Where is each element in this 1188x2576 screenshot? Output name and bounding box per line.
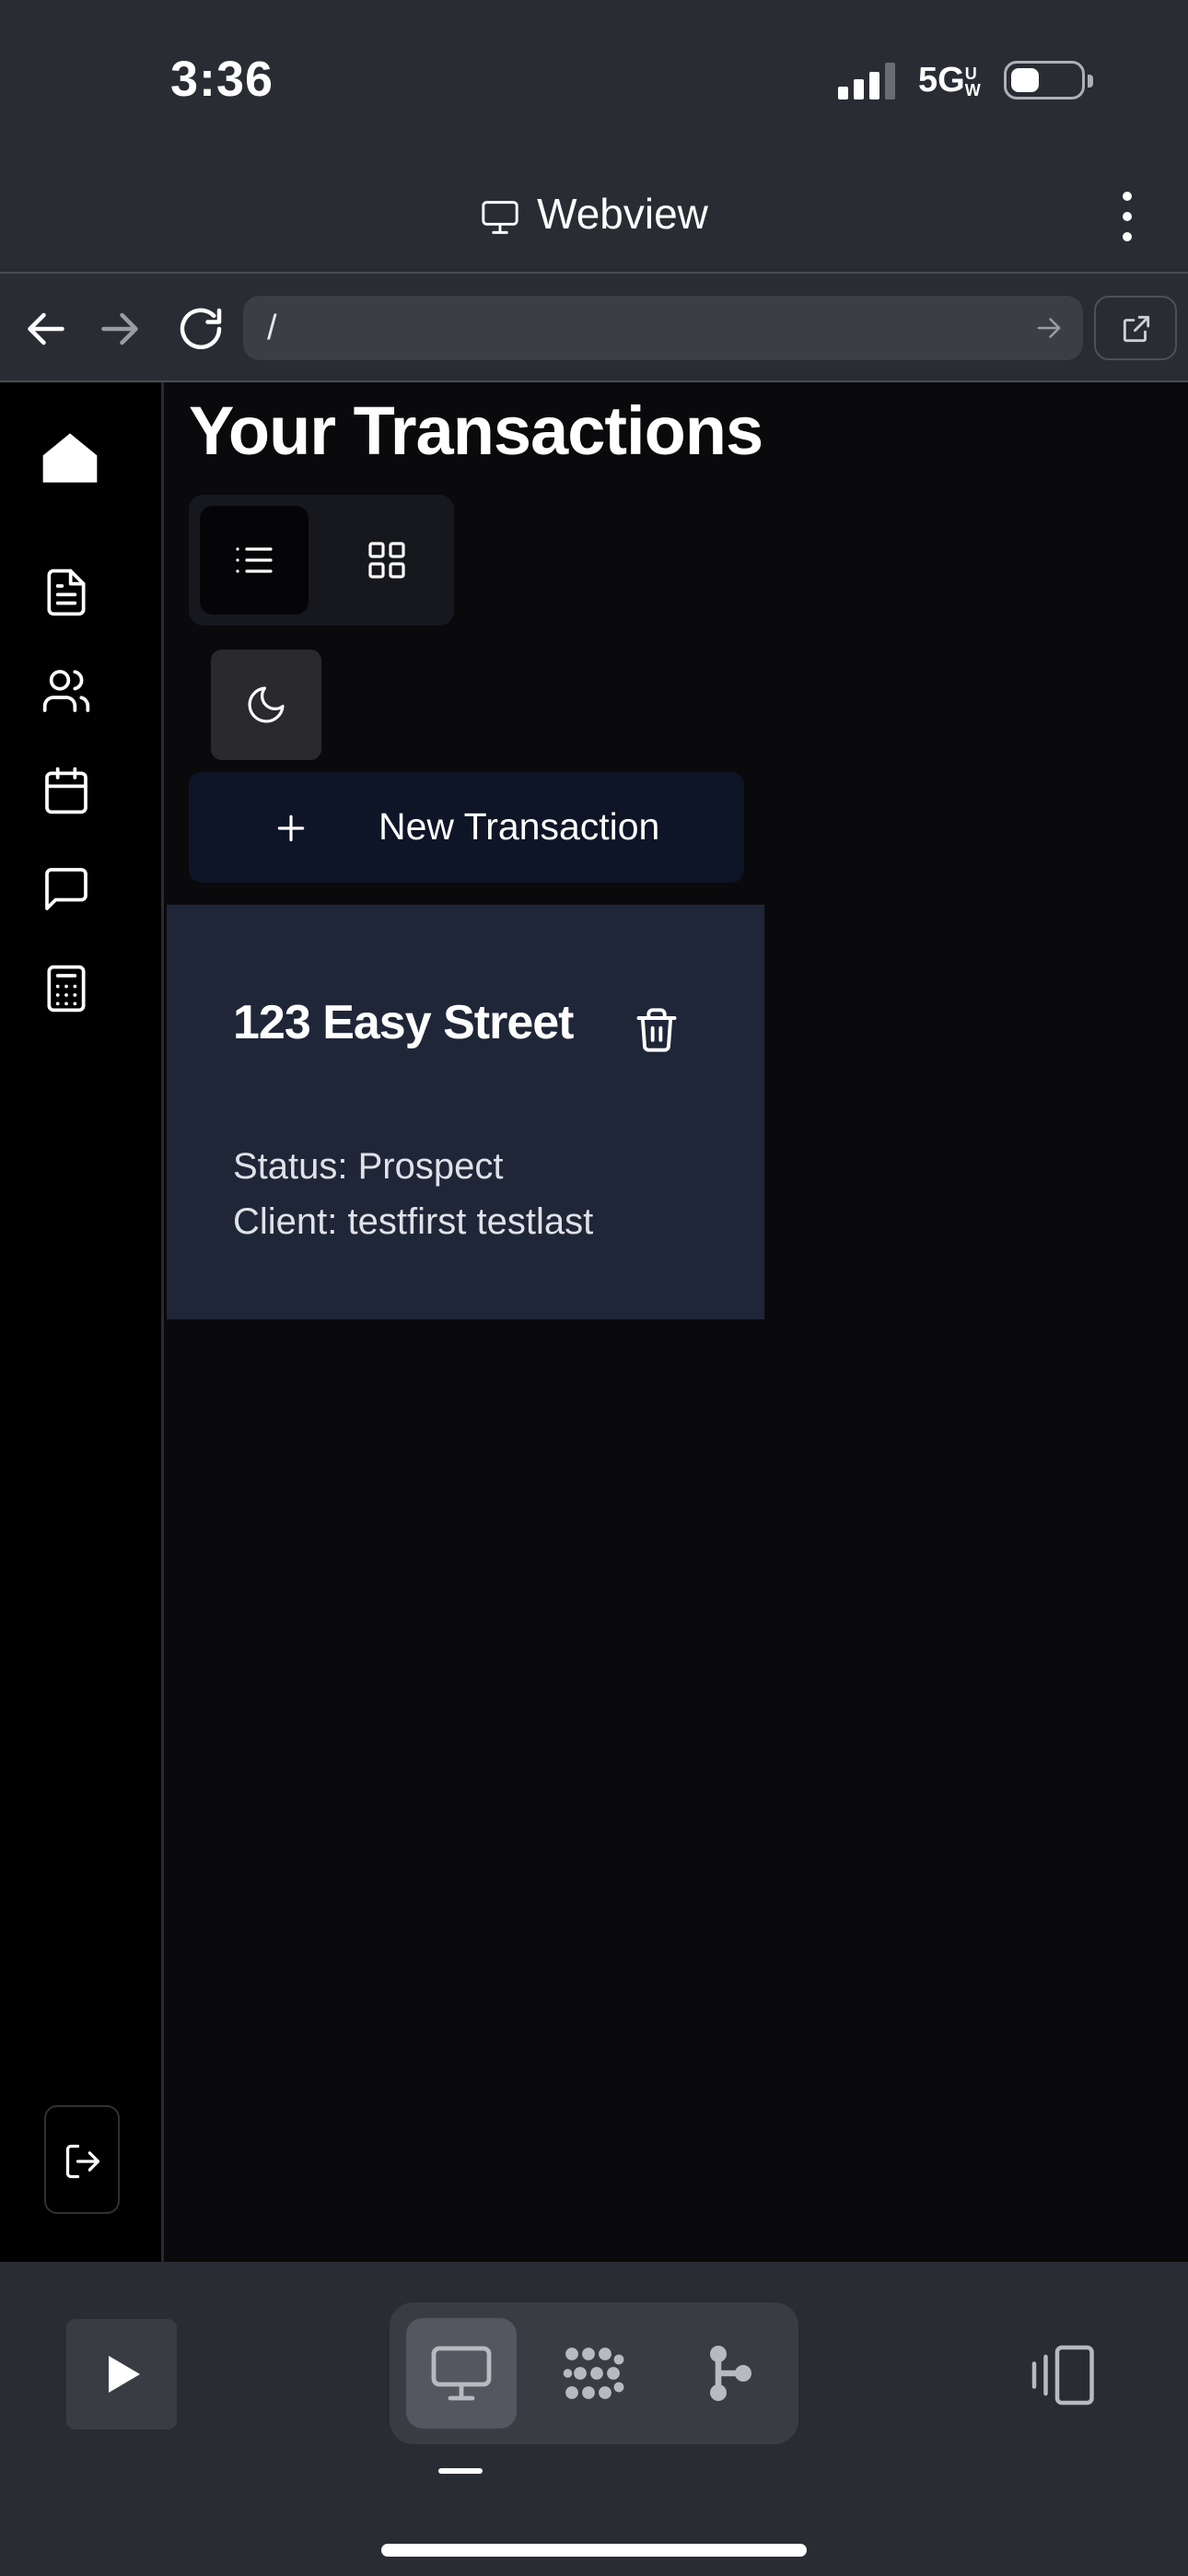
external-link-icon: [1123, 315, 1150, 343]
dots-grid-icon: [563, 2348, 624, 2399]
page-title: Your Transactions: [189, 392, 763, 469]
back-icon[interactable]: [18, 301, 74, 357]
app-sidebar: [0, 382, 164, 2262]
network-badge: UW: [964, 64, 981, 100]
url-text: /: [267, 309, 277, 347]
calculator-icon[interactable]: [41, 963, 92, 1014]
logout-icon: [65, 2144, 100, 2179]
plus-icon: [277, 814, 305, 842]
active-mode-indicator: [438, 2468, 483, 2474]
document-icon[interactable]: [41, 567, 92, 618]
bottom-dock: [0, 2262, 1188, 2576]
branch-icon: [710, 2346, 751, 2401]
home-icon[interactable]: [41, 428, 99, 487]
monitor-icon: [482, 201, 518, 234]
rotate-device-icon[interactable]: [1030, 2343, 1103, 2407]
logout-button[interactable]: [44, 2105, 120, 2214]
view-toggle: [189, 495, 454, 626]
battery-icon: [1004, 61, 1093, 100]
status-and-title-bar: 3:36 5GUW Webview: [0, 0, 1188, 272]
trash-icon[interactable]: [633, 1004, 681, 1056]
forward-icon[interactable]: [92, 301, 147, 357]
moon-icon: [248, 686, 285, 723]
main-content: Your Transactions New Transaction 123 Ea…: [167, 382, 1188, 2262]
expo-mode-button[interactable]: [539, 2318, 649, 2429]
device-mode-switcher: [390, 2302, 798, 2444]
more-menu-icon[interactable]: [1116, 189, 1138, 244]
list-icon: [236, 547, 273, 573]
transaction-client: Client: testfirst testlast: [233, 1201, 594, 1242]
theme-toggle-button[interactable]: [211, 650, 321, 760]
network-label: 5GUW: [918, 61, 984, 100]
play-icon: [109, 2356, 140, 2393]
reload-icon[interactable]: [173, 301, 228, 357]
list-view-button[interactable]: [200, 506, 309, 615]
transaction-card[interactable]: 123 Easy Street Status: Prospect Client:…: [167, 905, 764, 1319]
home-indicator[interactable]: [381, 2544, 807, 2557]
desktop-mode-button[interactable]: [406, 2318, 517, 2429]
new-transaction-label: New Transaction: [379, 805, 660, 848]
monitor-icon: [431, 2346, 492, 2401]
grid-view-button[interactable]: [332, 506, 441, 615]
message-icon[interactable]: [41, 863, 92, 915]
transaction-address: 123 Easy Street: [233, 996, 574, 1049]
play-button[interactable]: [66, 2319, 177, 2430]
users-icon[interactable]: [41, 665, 92, 717]
browser-toolbar: /: [0, 272, 1188, 382]
webview-title: Webview: [0, 189, 1188, 239]
share-mode-button[interactable]: [671, 2318, 782, 2429]
signal-icon: [838, 63, 895, 100]
grid-icon: [368, 542, 405, 579]
calendar-icon[interactable]: [41, 765, 92, 816]
new-transaction-button[interactable]: New Transaction: [189, 772, 744, 883]
open-external-button[interactable]: [1094, 296, 1177, 360]
transaction-status: Status: Prospect: [233, 1146, 504, 1187]
url-input[interactable]: /: [243, 296, 1083, 360]
status-time: 3:36: [170, 52, 274, 107]
go-arrow-icon[interactable]: [1031, 310, 1066, 345]
